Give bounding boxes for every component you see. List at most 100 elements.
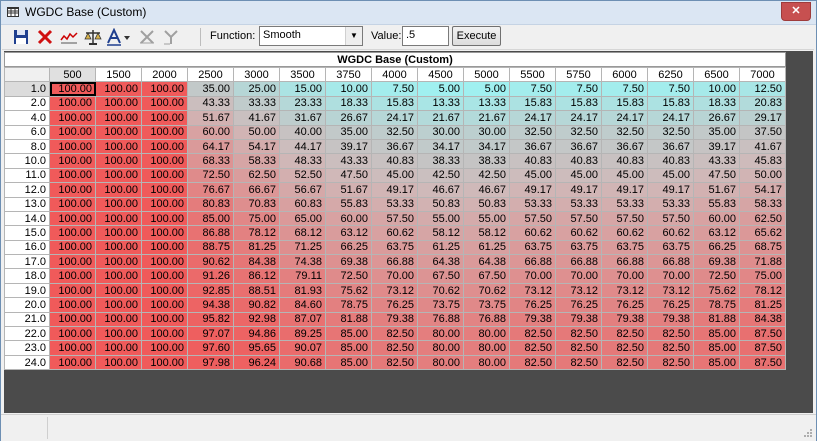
table-cell[interactable]: 66.88 bbox=[371, 254, 418, 270]
table-cell[interactable]: 88.51 bbox=[233, 282, 280, 299]
execute-button[interactable]: Execute bbox=[452, 26, 501, 46]
table-cell[interactable]: 10.00 bbox=[693, 81, 740, 97]
table-cell[interactable]: 24.17 bbox=[555, 110, 602, 126]
table-cell[interactable]: 100.00 bbox=[141, 297, 188, 313]
table-cell[interactable]: 34.17 bbox=[463, 138, 510, 155]
table-cell[interactable]: 90.68 bbox=[279, 354, 326, 371]
table-cell[interactable]: 100.00 bbox=[141, 254, 188, 270]
table-cell[interactable]: 54.17 bbox=[233, 138, 280, 155]
table-cell[interactable]: 73.75 bbox=[417, 297, 464, 313]
table-cell[interactable]: 7.50 bbox=[509, 81, 556, 97]
table-cell[interactable]: 82.50 bbox=[509, 354, 556, 371]
table-cell[interactable]: 65.00 bbox=[279, 210, 326, 227]
table-cell[interactable]: 60.62 bbox=[555, 225, 602, 241]
table-cell[interactable]: 15.83 bbox=[509, 95, 556, 112]
table-cell[interactable]: 10.00 bbox=[325, 81, 372, 97]
table-cell[interactable]: 41.67 bbox=[233, 110, 280, 126]
table-cell[interactable]: 49.17 bbox=[371, 182, 418, 198]
table-cell[interactable]: 24.17 bbox=[509, 110, 556, 126]
table-cell[interactable]: 73.12 bbox=[371, 282, 418, 299]
table-cell[interactable]: 74.38 bbox=[279, 254, 326, 270]
table-cell[interactable]: 80.00 bbox=[463, 354, 510, 371]
table-cell[interactable]: 100.00 bbox=[49, 153, 96, 169]
table-cell[interactable]: 50.00 bbox=[233, 124, 280, 140]
table-cell[interactable]: 70.83 bbox=[233, 196, 280, 212]
table-cell[interactable]: 40.83 bbox=[509, 153, 556, 169]
table-cell[interactable]: 80.00 bbox=[463, 326, 510, 342]
table-cell[interactable]: 100.00 bbox=[95, 81, 142, 97]
table-cell[interactable]: 21.67 bbox=[463, 110, 510, 126]
table-cell[interactable]: 64.38 bbox=[463, 254, 510, 270]
table-cell[interactable]: 63.75 bbox=[647, 239, 694, 256]
table-cell[interactable]: 79.38 bbox=[555, 311, 602, 328]
table-cell[interactable]: 50.83 bbox=[463, 196, 510, 212]
table-cell[interactable]: 42.50 bbox=[417, 167, 464, 184]
row-header[interactable]: 6.0 bbox=[4, 124, 50, 140]
table-cell[interactable]: 100.00 bbox=[141, 153, 188, 169]
table-cell[interactable]: 54.17 bbox=[739, 182, 786, 198]
table-cell[interactable]: 67.50 bbox=[463, 268, 510, 284]
table-cell[interactable]: 69.38 bbox=[325, 254, 372, 270]
table-cell[interactable]: 85.00 bbox=[325, 340, 372, 356]
table-cell[interactable]: 66.88 bbox=[601, 254, 648, 270]
table-cell[interactable]: 23.33 bbox=[279, 95, 326, 112]
table-cell[interactable]: 43.33 bbox=[325, 153, 372, 169]
table-cell[interactable]: 35.00 bbox=[693, 124, 740, 140]
table-cell[interactable]: 100.00 bbox=[141, 210, 188, 227]
text-format-icon[interactable] bbox=[106, 28, 132, 46]
table-cell[interactable]: 43.33 bbox=[187, 95, 234, 112]
table-cell[interactable]: 100.00 bbox=[49, 297, 96, 313]
table-cell[interactable]: 100.00 bbox=[95, 110, 142, 126]
column-header[interactable]: 1500 bbox=[95, 66, 142, 83]
table-cell[interactable]: 80.00 bbox=[417, 354, 464, 371]
table-cell[interactable]: 76.88 bbox=[417, 311, 464, 328]
table-cell[interactable]: 100.00 bbox=[141, 340, 188, 356]
table-cell[interactable]: 81.88 bbox=[325, 311, 372, 328]
table-cell[interactable]: 31.67 bbox=[279, 110, 326, 126]
table-cell[interactable]: 57.50 bbox=[601, 210, 648, 227]
table-cell[interactable]: 100.00 bbox=[95, 311, 142, 328]
table-cell[interactable]: 87.50 bbox=[739, 326, 786, 342]
close-button[interactable]: ✕ bbox=[781, 2, 811, 21]
column-header[interactable]: 7000 bbox=[739, 66, 786, 83]
table-cell[interactable]: 100.00 bbox=[49, 282, 96, 299]
table-cell[interactable]: 71.25 bbox=[279, 239, 326, 256]
title-bar[interactable]: WGDC Base (Custom) ✕ bbox=[1, 1, 816, 25]
table-cell[interactable]: 53.33 bbox=[647, 196, 694, 212]
table-cell[interactable]: 30.00 bbox=[417, 124, 464, 140]
table-cell[interactable]: 21.67 bbox=[417, 110, 464, 126]
table-cell[interactable]: 100.00 bbox=[49, 311, 96, 328]
table-cell[interactable]: 49.17 bbox=[555, 182, 602, 198]
table-cell[interactable]: 85.00 bbox=[187, 210, 234, 227]
table-cell[interactable]: 53.33 bbox=[601, 196, 648, 212]
table-cell[interactable]: 80.00 bbox=[417, 326, 464, 342]
table-cell[interactable]: 95.82 bbox=[187, 311, 234, 328]
table-cell[interactable]: 90.62 bbox=[187, 254, 234, 270]
column-header[interactable]: 4000 bbox=[371, 66, 418, 83]
row-header[interactable]: 23.0 bbox=[4, 340, 50, 356]
table-cell[interactable]: 100.00 bbox=[95, 297, 142, 313]
table-cell[interactable]: 29.17 bbox=[739, 110, 786, 126]
table-cell[interactable]: 80.00 bbox=[417, 340, 464, 356]
table-cell[interactable]: 46.67 bbox=[417, 182, 464, 198]
table-cell[interactable]: 53.33 bbox=[371, 196, 418, 212]
table-cell[interactable]: 55.00 bbox=[463, 210, 510, 227]
table-cell[interactable]: 40.83 bbox=[371, 153, 418, 169]
table-cell[interactable]: 100.00 bbox=[49, 354, 96, 371]
table-cell[interactable]: 79.38 bbox=[509, 311, 556, 328]
table-cell[interactable]: 79.11 bbox=[279, 268, 326, 284]
table-cell[interactable]: 87.50 bbox=[739, 354, 786, 371]
table-cell[interactable]: 35.00 bbox=[325, 124, 372, 140]
table-cell[interactable]: 68.33 bbox=[187, 153, 234, 169]
table-cell[interactable]: 100.00 bbox=[49, 254, 96, 270]
table-cell[interactable]: 70.00 bbox=[509, 268, 556, 284]
table-cell[interactable]: 100.00 bbox=[141, 326, 188, 342]
table-cell[interactable]: 38.33 bbox=[417, 153, 464, 169]
table-cell[interactable]: 64.17 bbox=[187, 138, 234, 155]
table-cell[interactable]: 45.00 bbox=[601, 167, 648, 184]
row-header[interactable]: 21.0 bbox=[4, 311, 50, 328]
table-cell[interactable]: 44.17 bbox=[279, 138, 326, 155]
table-cell[interactable]: 51.67 bbox=[325, 182, 372, 198]
table-cell[interactable]: 38.33 bbox=[463, 153, 510, 169]
table-cell[interactable]: 100.00 bbox=[95, 124, 142, 140]
